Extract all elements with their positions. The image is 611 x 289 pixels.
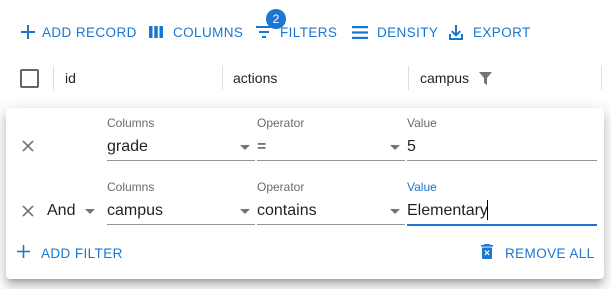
grid-toolbar: Add record Columns Filters 2 Density Exp…	[0, 0, 611, 62]
chevron-down-icon[interactable]	[240, 145, 250, 150]
column-select-value[interactable]: grade	[107, 138, 148, 156]
value-input-underline	[407, 160, 597, 161]
remove-all-label: Remove all	[505, 245, 595, 261]
column-header-actions[interactable]: actions	[233, 70, 277, 86]
chevron-down-icon[interactable]	[390, 209, 400, 214]
column-select-underline	[107, 160, 255, 161]
export-button[interactable]: Export	[448, 20, 531, 44]
chevron-down-icon[interactable]	[85, 209, 95, 214]
remove-all-button[interactable]: Remove all	[481, 241, 595, 265]
value-input-underline	[407, 224, 597, 226]
column-separator[interactable]	[53, 66, 54, 90]
logic-operator-select-value[interactable]: And	[47, 202, 75, 220]
add-filter-button[interactable]: Add filter	[17, 241, 123, 265]
value-input[interactable]: Elementary	[407, 202, 488, 220]
density-icon	[352, 25, 368, 39]
chevron-down-icon[interactable]	[390, 145, 400, 150]
export-icon	[448, 24, 464, 40]
column-select-value[interactable]: campus	[107, 202, 163, 220]
close-icon[interactable]	[22, 204, 34, 222]
value-input[interactable]: 5	[407, 138, 416, 156]
text-cursor	[487, 200, 488, 220]
value-field-label: Value	[407, 180, 437, 194]
filter-list-icon	[256, 26, 272, 38]
column-header-campus[interactable]: campus	[420, 70, 469, 86]
chevron-down-icon[interactable]	[240, 209, 250, 214]
columns-label: Columns	[173, 24, 244, 40]
column-header-row	[0, 62, 611, 106]
add-icon	[17, 245, 30, 261]
filters-label: Filters	[280, 24, 338, 40]
density-label: Density	[377, 24, 439, 40]
column-select-underline	[107, 224, 255, 225]
columns-field-label: Columns	[107, 180, 155, 194]
value-field-label: Value	[407, 116, 437, 130]
filter-funnel-icon[interactable]	[479, 72, 492, 90]
columns-field-label: Columns	[107, 116, 155, 130]
delete-icon	[481, 244, 493, 262]
close-icon[interactable]	[22, 139, 34, 157]
operator-select-value[interactable]: =	[257, 138, 266, 156]
density-button[interactable]: Density	[352, 20, 438, 44]
operator-field-label: Operator	[257, 180, 305, 194]
add-record-label: Add record	[42, 24, 137, 40]
column-separator[interactable]	[408, 66, 409, 90]
column-header-id[interactable]: id	[65, 70, 76, 86]
operator-field-label: Operator	[257, 116, 305, 130]
operator-select-underline	[257, 224, 405, 225]
add-record-button[interactable]: Add record	[20, 20, 137, 44]
filters-count-badge: 2	[266, 9, 286, 29]
add-filter-label: Add filter	[41, 245, 123, 261]
add-icon	[20, 24, 36, 40]
operator-select-value[interactable]: contains	[257, 202, 317, 220]
column-separator[interactable]	[222, 66, 223, 90]
columns-button[interactable]: Columns	[149, 20, 243, 44]
export-label: Export	[473, 24, 531, 40]
view-column-icon	[149, 26, 163, 38]
column-separator[interactable]	[601, 66, 602, 90]
select-all-checkbox[interactable]	[20, 69, 39, 88]
operator-select-underline	[257, 160, 405, 161]
